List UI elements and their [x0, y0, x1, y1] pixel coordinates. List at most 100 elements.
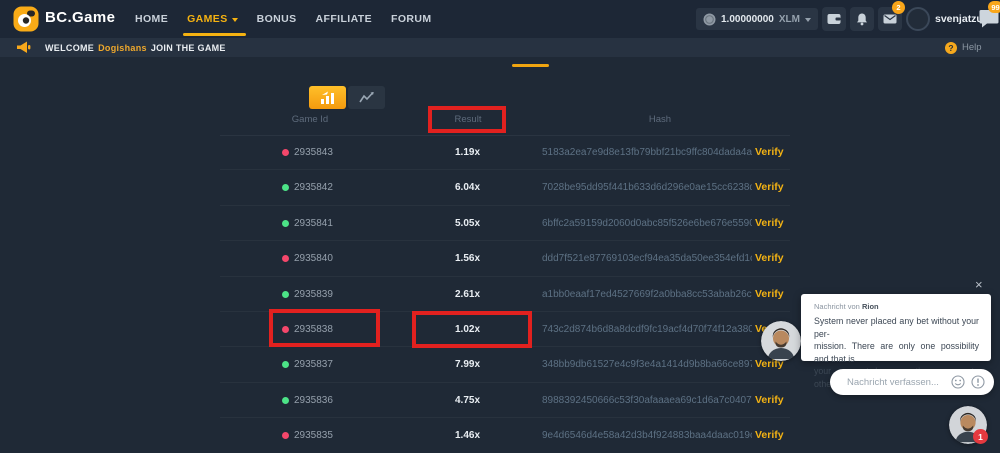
envelope-icon [883, 14, 897, 24]
wallet-icon [827, 13, 841, 25]
chat-badge: 99 [988, 1, 1000, 13]
wallet-button[interactable] [822, 7, 846, 31]
verify-link[interactable]: Verify [755, 252, 784, 264]
username: svenjatzu [935, 13, 983, 25]
status-dot [282, 361, 289, 368]
bc-game-page: BC.Game HOME GAMES BONUS AFFILIATE FORUM 1.0… [0, 0, 1000, 453]
table-row: 29358377.99x348bb9db61527e4c9f3e4a1414d9… [220, 347, 790, 382]
chat-meta: Nachricht von Rion [814, 302, 979, 311]
top-navbar: BC.Game HOME GAMES BONUS AFFILIATE FORUM 1.0… [0, 0, 1000, 38]
nav-item-label: BONUS [257, 13, 297, 25]
nav-item-label: GAMES [187, 13, 228, 25]
chat-message-input[interactable] [847, 377, 942, 388]
coin-icon [703, 13, 716, 26]
game-id: 2935843 [294, 147, 333, 158]
chevron-down-icon [232, 18, 238, 22]
bell-icon [856, 13, 868, 26]
help-label: Help [962, 42, 982, 53]
mail-badge: 2 [892, 1, 905, 14]
nav-item-bonus[interactable]: BONUS [257, 0, 297, 38]
verify-link[interactable]: Verify [755, 181, 784, 193]
chat-message-line: mission. There are only one possibility … [814, 340, 979, 365]
table-row: 29358392.61xa1bb0eaaf17ed4527669f2a0bba8… [220, 277, 790, 312]
bc-game-logo[interactable] [13, 6, 39, 32]
avatar[interactable] [906, 7, 930, 31]
hash-value: 6bffc2a59159d2060d0abc85f526e6be676e5590… [542, 218, 752, 229]
notifications-button[interactable] [850, 7, 874, 31]
chat-message-line: System never placed any bet without your… [814, 315, 979, 340]
history-rows: 2935843 1.19x 5183a2ea7e9d8e13fb79bbf21bc9… [220, 135, 790, 453]
result-value: 1.56x [415, 253, 520, 264]
brand-title[interactable]: BC.Game [45, 9, 115, 26]
welcome-suffix: JOIN THE GAME [151, 43, 226, 53]
close-icon[interactable]: × [975, 278, 983, 291]
status-dot [282, 220, 289, 227]
balance-selector[interactable]: 1.00000000 XLM [696, 8, 818, 30]
bar-chart-icon [320, 91, 336, 104]
table-row: 2935840 1.56x ddd7f521e87769103ecf94ea35da… [220, 241, 790, 276]
chevron-down-icon [805, 18, 811, 22]
nav-item-affiliate[interactable]: AFFILIATE [316, 0, 372, 38]
verify-link[interactable]: Verify [755, 429, 784, 441]
trend-chart-icon [359, 91, 375, 104]
column-header-game-id: Game Id [270, 114, 350, 125]
game-id: 2935840 [294, 253, 333, 264]
annotation-rect-result-value [412, 311, 532, 348]
verify-link[interactable]: Verify [755, 394, 784, 406]
result-value: 2.61x [415, 289, 520, 300]
game-id: 2935837 [294, 359, 333, 370]
hash-value: ddd7f521e87769103ecf94ea35da50ee354efd1c… [542, 253, 752, 264]
hash-value: 5183a2ea7e9d8e13fb79bbf21bc9ffc804dada4a… [542, 147, 752, 158]
emoji-icon[interactable] [951, 375, 965, 389]
nav-item-forum[interactable]: FORUM [391, 0, 432, 38]
hash-value: a1bb0eaaf17ed4527669f2a0bba8cc53abab26c6… [542, 289, 752, 300]
game-id: 2935836 [294, 395, 333, 406]
chat-from-label: Nachricht von [814, 302, 860, 311]
hash-value: 9e4d6546d4e58a42d3b4f924883baa4daac019ce… [542, 430, 752, 441]
chat-notification-card[interactable]: Nachricht von Rion System never placed a… [801, 294, 991, 361]
chat-sender-name: Rion [862, 302, 879, 311]
status-dot [282, 397, 289, 404]
info-icon[interactable] [971, 375, 985, 389]
verify-link[interactable]: Verify [755, 146, 784, 158]
unread-count-badge: 1 [973, 429, 988, 444]
table-row: 2935835 1.46x 9e4d6546d4e58a42d3b4f924883b… [220, 418, 790, 453]
result-value: 4.75x [415, 395, 520, 406]
hash-value: 7028be95dd95f441b633d6d296e0ae15cc6238dd… [542, 182, 752, 193]
table-row: 29358364.75x8988392450666c53f30afaaaea69… [220, 383, 790, 418]
game-id: 2935835 [294, 430, 333, 441]
hash-value: 743c2d874b6d8a8dcdf9fc19acf4d70f74f12a38… [542, 324, 752, 335]
welcome-prefix: WELCOME [45, 43, 94, 53]
verify-link[interactable]: Verify [755, 217, 784, 229]
history-view-button[interactable] [309, 86, 346, 109]
status-dot [282, 149, 289, 156]
nav-item-label: AFFILIATE [316, 13, 372, 25]
status-dot [282, 432, 289, 439]
table-row: 29358426.04x7028be95dd95f441b633d6d296e0… [220, 170, 790, 205]
chat-composer [830, 369, 994, 395]
table-row: 2935843 1.19x 5183a2ea7e9d8e13fb79bbf21bc9… [220, 135, 790, 170]
verify-link[interactable]: Verify [755, 288, 784, 300]
annotation-rect-game-id [269, 309, 380, 347]
welcome-banner: WELCOME Dogishans JOIN THE GAME ? Help [0, 38, 1000, 57]
result-value: 1.19x [415, 147, 520, 158]
nav-item-games[interactable]: GAMES [187, 0, 238, 38]
nav-item-home[interactable]: HOME [135, 0, 168, 38]
megaphone-icon [16, 41, 31, 54]
help-button[interactable]: ? Help [945, 38, 982, 57]
trend-view-button[interactable] [348, 86, 385, 109]
nav-item-label: HOME [135, 13, 168, 25]
balance-currency: XLM [779, 14, 800, 25]
status-dot [282, 184, 289, 191]
result-value: 6.04x [415, 182, 520, 193]
composer-icons [951, 375, 985, 389]
nav-item-label: FORUM [391, 13, 432, 25]
status-dot [282, 291, 289, 298]
result-value: 5.05x [415, 218, 520, 229]
result-value: 1.46x [415, 430, 520, 441]
table-row: 29358415.05x6bffc2a59159d2060d0abc85f526… [220, 206, 790, 241]
balance-amount: 1.00000000 [721, 14, 774, 25]
welcome-username[interactable]: Dogishans [98, 43, 147, 53]
welcome-message: WELCOME Dogishans JOIN THE GAME [45, 38, 226, 57]
question-mark-icon: ? [945, 42, 957, 54]
